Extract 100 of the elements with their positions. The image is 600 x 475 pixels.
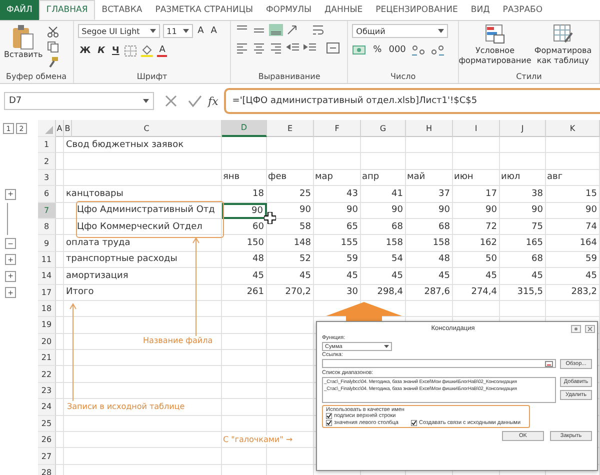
table-cell: 25 [267,186,314,203]
copy-icon[interactable] [46,41,59,53]
column-header[interactable]: F [314,120,361,137]
column-header[interactable]: B [64,120,72,137]
ribbon-tab[interactable]: РЕЦЕНЗИРОВАНИЕ [369,0,464,20]
row-header[interactable]: 3 [38,170,56,186]
formula-field[interactable]: ='[ЦФО административный отдел.xlsb]Лист1'!$C$5 [224,88,600,114]
ribbon-tab[interactable]: ФАЙЛ [0,0,39,20]
table-cell: апр [361,170,406,186]
checkbox[interactable] [326,413,332,419]
column-header[interactable]: H [406,120,453,137]
row-header[interactable]: 6 [38,186,56,203]
bottom-align-icon[interactable] [269,24,284,36]
row-header[interactable]: 2 [38,153,56,170]
row-header[interactable]: 26 [38,432,56,448]
table-cell [222,399,267,416]
ribbon-tab[interactable]: ФОРМУЛЫ [259,0,318,20]
column-header[interactable]: J [500,120,546,137]
font-name-field[interactable]: Segoe UI Light [78,24,160,38]
right-align-icon[interactable] [269,42,284,54]
row-header[interactable]: 24 [38,399,56,416]
table-cell [406,153,453,170]
ribbon-tab[interactable]: ДАННЫЕ [318,0,370,20]
insert-function-button[interactable]: fx [208,94,218,108]
cut-icon[interactable] [46,26,59,38]
font-style-button[interactable]: Ж [78,46,93,56]
merge-cells-icon[interactable] [326,42,340,54]
row-header[interactable]: 1 [38,137,56,154]
styles-button[interactable]: Условное форматирование [458,46,532,66]
table-cell: 45 [314,268,361,285]
font-style-button[interactable]: К [96,46,108,56]
checkbox[interactable] [411,420,417,426]
font-size-field[interactable]: 11 [162,24,193,38]
ribbon-tab[interactable]: РАЗРАБО [496,0,550,20]
row-header[interactable]: 28 [38,464,56,475]
fill-color-icon[interactable] [140,44,154,57]
row-header[interactable]: 27 [38,448,56,465]
row-header[interactable]: 18 [38,300,56,318]
column-header[interactable]: A [56,120,64,137]
ribbon-tab[interactable]: ГЛАВНАЯ [38,0,96,20]
row-header[interactable]: 21 [38,350,56,366]
table-cell [361,153,406,170]
paste-button[interactable]: Вставить [4,24,43,72]
cancel-icon[interactable] [164,94,178,108]
font-color-button[interactable]: A [157,44,168,56]
table-cell [314,137,361,154]
ribbon-tab[interactable]: ВИД [464,0,496,20]
row-header[interactable]: 19 [38,317,56,334]
row-header[interactable]: 23 [38,382,56,400]
checkbox[interactable] [326,420,332,426]
brush-icon[interactable] [46,56,59,68]
column-header[interactable]: G [361,120,406,137]
row-header[interactable]: 8 [38,218,56,236]
table-cell: 274,4 [453,284,500,301]
styles-button[interactable]: Форматирова как таблицу [534,46,592,66]
table-cell: 30 [314,284,361,301]
font-style-button[interactable]: Ч [110,46,122,56]
font-size-button[interactable]: A [208,26,219,36]
column-header[interactable]: K [546,120,600,137]
font-size-button[interactable]: A [196,26,206,36]
table-cell [222,366,267,383]
row-header[interactable]: 20 [38,334,56,350]
reference-field[interactable] [322,359,556,368]
table-cell: июн [453,170,500,186]
center-align-icon[interactable] [252,42,266,54]
confirm-icon[interactable] [188,94,202,108]
row-header[interactable]: 7 [38,202,56,219]
increase-decimal-icon[interactable] [410,44,427,56]
collapse-icon[interactable] [545,360,553,366]
currency-icon[interactable] [352,44,368,56]
ribbon-tab[interactable]: ВСТАВКА [95,0,149,20]
decrease-decimal-icon[interactable] [430,44,446,56]
help-icon[interactable] [571,324,581,332]
ribbon-tab[interactable]: РАЗМЕТКА СТРАНИЦЫ [148,0,260,20]
column-header[interactable]: I [453,120,500,137]
name-box[interactable]: D7 [4,92,154,110]
table-cell: 17 [453,186,500,203]
group-label: Шрифт [136,72,168,83]
row-header[interactable]: 25 [38,416,56,432]
column-header[interactable]: C [72,120,222,137]
table-cell: 15 [546,186,600,203]
column-header[interactable]: E [267,120,314,137]
conditional-format-icon [484,24,505,44]
borders-icon[interactable] [124,44,138,56]
row-header[interactable]: 9 [38,235,56,252]
number-format-field[interactable]: Общий [352,24,448,38]
column-header[interactable]: D [222,120,267,137]
close-icon[interactable] [585,324,595,332]
table-cell: оплата труда [64,235,222,252]
row-header[interactable]: 14 [38,268,56,285]
row-header[interactable]: 17 [38,284,56,301]
left-align-icon[interactable] [235,42,250,54]
table-cell: Цфо Административный Отд [64,202,222,219]
table-cell [406,137,453,154]
row-header[interactable]: 22 [38,366,56,383]
wrap-text-icon[interactable] [311,24,326,36]
number-style-button[interactable]: 000 [386,45,408,55]
dropdown-icon [143,99,149,103]
number-style-button[interactable]: % [371,45,384,55]
row-header[interactable]: 11 [38,252,56,268]
